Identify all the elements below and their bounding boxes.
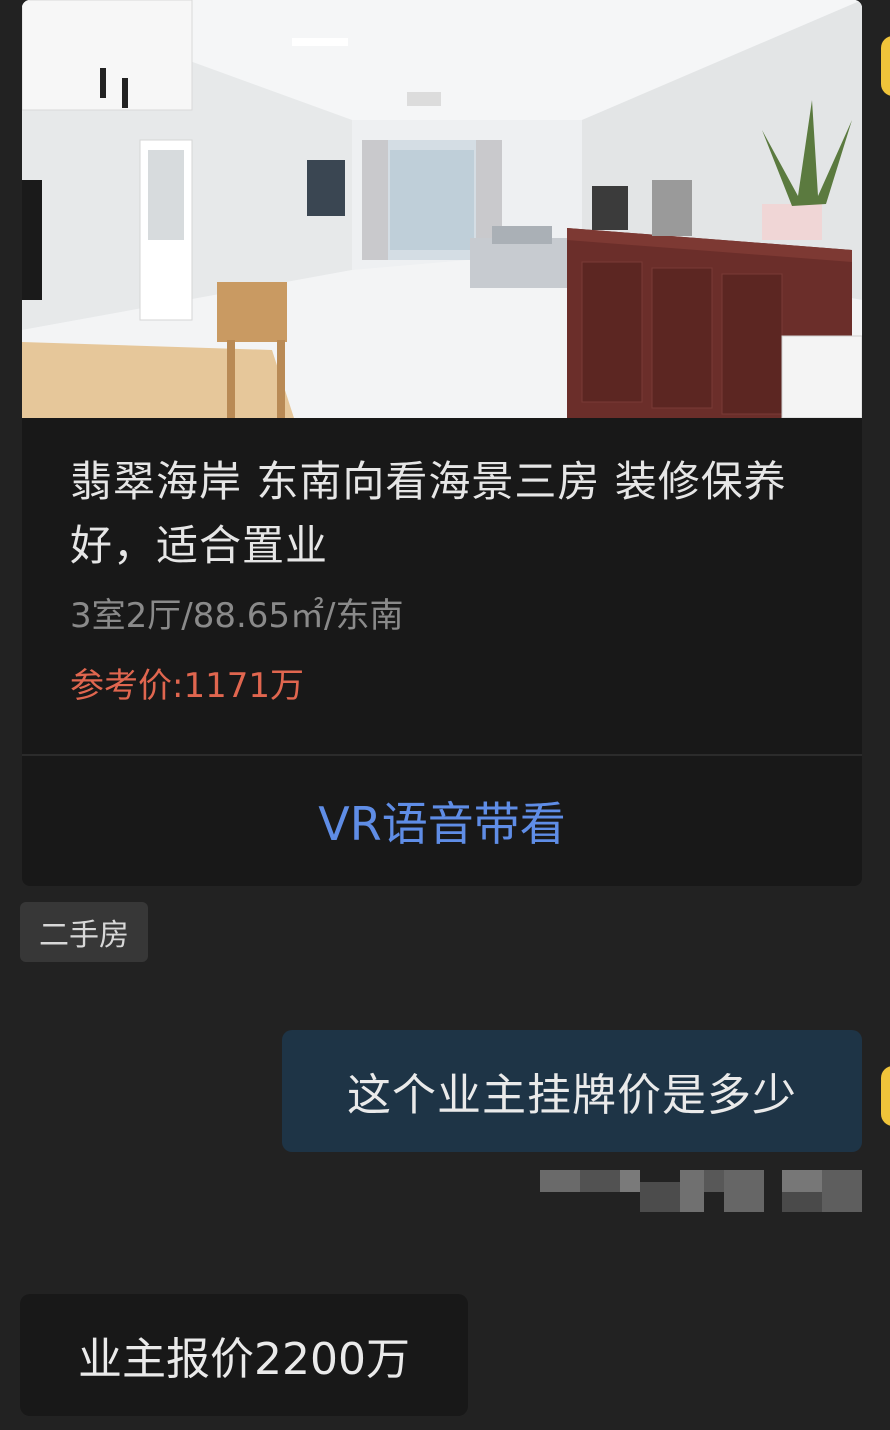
blurred-status-text [540,1170,862,1212]
listing-specs: 3室2厅/88.65㎡/东南 [70,596,404,636]
listing-type-tag: 二手房 [20,902,148,962]
vr-voice-tour-button[interactable]: VR语音带看 [22,756,862,886]
avatar[interactable] [881,1066,890,1126]
living-room-photo [22,0,862,418]
listing-card[interactable]: 翡翠海岸 东南向看海景三房 装修保养好，适合置业 3室2厅/88.65㎡/东南 … [22,0,862,886]
agent-message-bubble[interactable]: 业主报价2200万 [20,1294,468,1416]
avatar[interactable] [881,36,890,96]
listing-title: 翡翠海岸 东南向看海景三房 装修保养好，适合置业 [70,457,787,570]
listing-info: 翡翠海岸 东南向看海景三房 装修保养好，适合置业 3室2厅/88.65㎡/东南 … [70,450,830,706]
user-message-bubble[interactable]: 这个业主挂牌价是多少 [282,1030,862,1152]
listing-price: 参考价:1171万 [70,666,304,706]
listing-photo[interactable] [22,0,862,418]
